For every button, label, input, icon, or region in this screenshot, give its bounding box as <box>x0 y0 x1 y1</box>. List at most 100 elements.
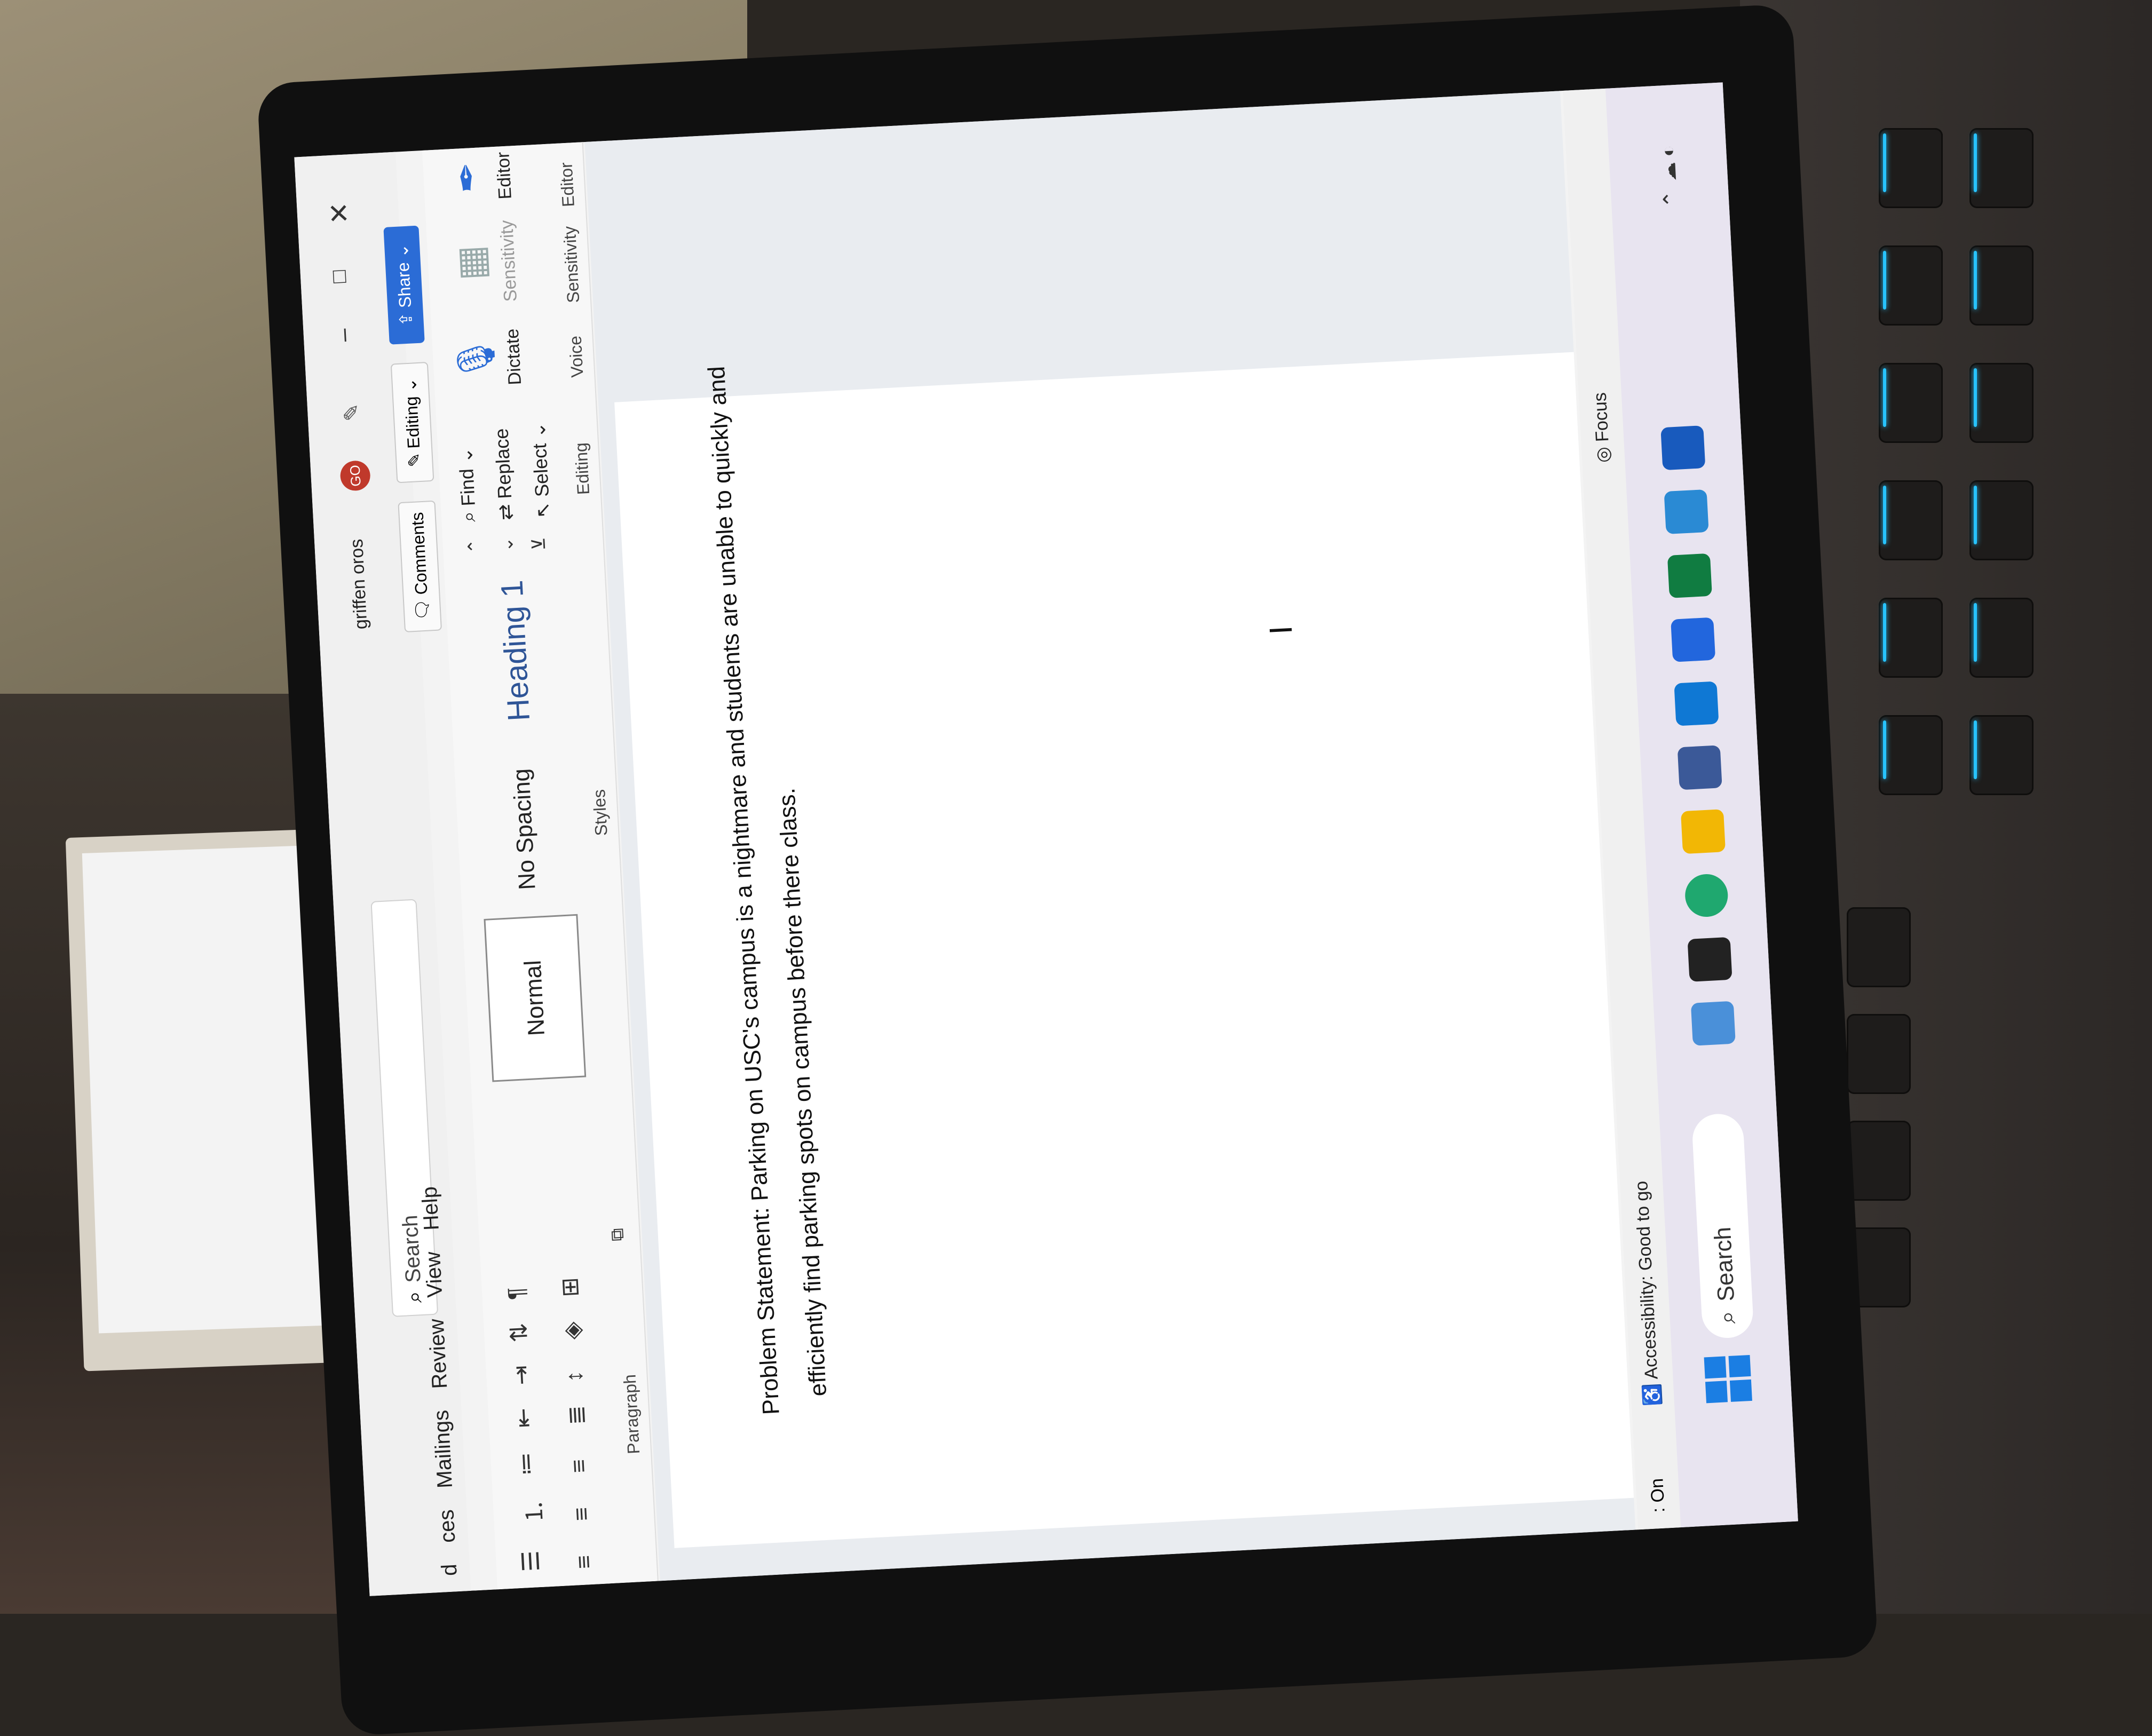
chevron-down-icon: ⌄ <box>454 447 477 464</box>
style-heading-1[interactable]: Heading 1 <box>465 560 565 741</box>
editing-group-label: Editing <box>571 442 594 496</box>
document-area: Problem Statement: Parking on USC's camp… <box>583 80 1636 1581</box>
close-button[interactable]: ✕ <box>323 201 355 225</box>
multilevel-list-icon[interactable]: ≔ <box>512 1452 540 1477</box>
more-styles-icon[interactable]: ⊻ <box>528 537 550 551</box>
dictate-button[interactable]: 🎙 Dictate <box>452 311 527 406</box>
tab-mailings[interactable]: Mailings <box>430 1409 466 1489</box>
accessibility-status[interactable]: ♿ Accessibility: Good to go <box>1631 1180 1664 1407</box>
tab-help[interactable]: Help <box>418 1185 452 1231</box>
windows-logo-square <box>1704 1356 1727 1379</box>
align-left-icon[interactable]: ≡ <box>571 1555 598 1569</box>
cursor-icon: ↖ <box>531 501 555 519</box>
borders-icon[interactable]: ⊞ <box>556 1277 584 1297</box>
paragraph-group-label: Paragraph <box>620 1374 644 1455</box>
scroll-up-icon[interactable]: ⌃ <box>464 538 486 554</box>
taskbar-search[interactable]: ⌕ Search <box>1691 1113 1754 1339</box>
pen-icon[interactable]: ✎ <box>339 403 365 422</box>
mail-app-icon[interactable] <box>1674 681 1719 726</box>
document-text-line[interactable]: Problem Statement: Parking on USC's camp… <box>703 366 785 1415</box>
copilot-app-icon[interactable] <box>1690 1001 1736 1046</box>
share-button[interactable]: ⇪ Share ⌄ <box>383 225 425 345</box>
dialog-launcher-icon[interactable]: ⧉ <box>607 1227 628 1241</box>
shading-icon[interactable]: ◈ <box>558 1321 587 1340</box>
microphone-icon: 🎙 <box>454 334 498 384</box>
numbering-icon[interactable]: ⒈ <box>515 1499 550 1524</box>
style-normal[interactable]: Normal <box>484 914 587 1082</box>
line-spacing-icon[interactable]: ↕ <box>561 1370 588 1383</box>
tab-view[interactable]: View <box>421 1250 455 1298</box>
increase-indent-icon[interactable]: ⇥ <box>507 1365 535 1385</box>
tab-references[interactable]: ces <box>434 1509 468 1543</box>
calendar-app-icon[interactable] <box>1664 489 1709 535</box>
search-icon: ⌕ <box>457 511 480 523</box>
editor-group-label: Editor <box>556 162 578 208</box>
taskbar-search-label: Search <box>1709 1226 1740 1302</box>
replace-button[interactable]: ⇄ Replace <box>490 428 517 521</box>
avatar[interactable]: GO <box>339 460 371 492</box>
comments-label: Comments <box>407 511 431 596</box>
decrease-indent-icon[interactable]: ⇤ <box>510 1407 538 1428</box>
bullets-icon[interactable]: ☰ <box>517 1550 545 1572</box>
keyboard-key <box>1969 598 2034 678</box>
document-page[interactable]: Problem Statement: Parking on USC's camp… <box>614 352 1634 1548</box>
styles-group-label: Styles <box>589 789 611 837</box>
chevron-down-icon: ⌄ <box>400 377 421 393</box>
keyboard-key <box>1969 363 2034 443</box>
edge-browser-icon[interactable] <box>1684 873 1729 918</box>
file-explorer-icon[interactable] <box>1680 809 1726 854</box>
search-icon: ⌕ <box>1714 1310 1741 1325</box>
select-button[interactable]: ↖ Select ⌄ <box>527 422 555 519</box>
tab-design[interactable]: d <box>438 1563 470 1577</box>
word-app-icon[interactable] <box>1660 425 1706 471</box>
comments-button[interactable]: 🗨 Comments <box>398 500 442 632</box>
keyboard-key <box>1879 715 1943 795</box>
document-text-line[interactable]: efficiently find parking spots on campus… <box>773 787 832 1397</box>
accessibility-label: Accessibility: Good to go <box>1631 1180 1662 1380</box>
align-right-icon[interactable]: ≡ <box>566 1458 593 1473</box>
keyboard-key <box>1969 715 2034 795</box>
pilcrow-icon[interactable]: ¶ <box>503 1287 531 1301</box>
style-no-spacing[interactable]: No Spacing <box>475 747 574 911</box>
scroll-down-icon[interactable]: ⌄ <box>496 536 518 553</box>
xbox-app-icon[interactable] <box>1667 553 1712 598</box>
focus-label: Focus <box>1589 392 1613 442</box>
share-icon: ⇪ <box>395 311 416 327</box>
chevron-down-icon: ⌄ <box>392 243 413 259</box>
pencil-icon: ✎ <box>404 452 424 468</box>
editor-label: Editor <box>493 151 516 200</box>
maximize-button[interactable]: □ <box>327 269 351 283</box>
sensitivity-button[interactable]: ▦ Sensitivity <box>447 215 522 310</box>
keyboard-key <box>1847 1014 1911 1094</box>
keyboard-key <box>1969 480 2034 560</box>
chevron-down-icon: ⌄ <box>527 421 550 439</box>
focus-button[interactable]: ◎ Focus <box>1589 392 1615 463</box>
task-view-icon[interactable] <box>1687 937 1732 982</box>
ribbon-tabs: d ces Mailings Review View Help <box>418 1185 471 1592</box>
tab-review[interactable]: Review <box>425 1318 461 1389</box>
sort-icon[interactable]: ⇅ <box>505 1322 533 1343</box>
status-left-text: : On <box>1646 1478 1669 1513</box>
keyboard-key <box>1847 1121 1911 1201</box>
app-icon[interactable] <box>1671 617 1716 662</box>
system-tray-icons[interactable]: ☁ ◐ <box>1657 145 1681 182</box>
minimize-button[interactable]: – <box>330 328 357 342</box>
keyboard-key <box>1879 480 1943 560</box>
sensitivity-group-label: Sensitivity <box>559 225 583 304</box>
keyboard-key <box>1879 598 1943 678</box>
align-center-icon[interactable]: ≡ <box>568 1507 595 1521</box>
keyboard-key <box>1879 363 1943 443</box>
keyboard-key <box>1847 907 1911 987</box>
find-button[interactable]: ⌕ Find ⌄ <box>454 447 480 522</box>
accessibility-icon: ♿ <box>1642 1383 1664 1407</box>
select-label: Select <box>528 442 553 498</box>
keyboard-key <box>1879 245 1943 326</box>
justify-icon[interactable]: ≣ <box>563 1405 591 1425</box>
editing-mode-button[interactable]: ✎ Editing ⌄ <box>390 362 434 483</box>
dictate-label: Dictate <box>502 328 526 386</box>
keyboard-key <box>1879 128 1943 208</box>
store-app-icon[interactable] <box>1677 745 1722 790</box>
windows-logo-square <box>1729 1379 1752 1402</box>
windows-start-icon[interactable] <box>1704 1353 1754 1404</box>
chevron-up-icon[interactable]: ⌃ <box>1659 189 1684 209</box>
